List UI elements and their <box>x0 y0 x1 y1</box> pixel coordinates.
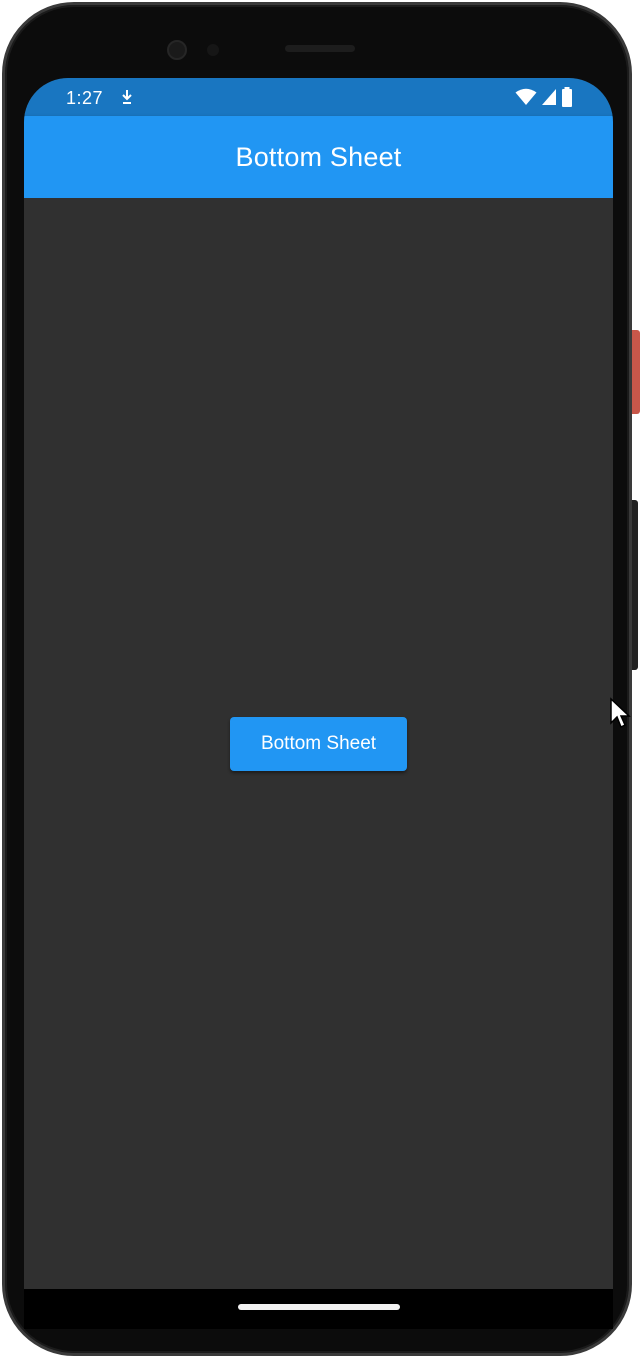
download-icon <box>122 90 132 104</box>
navigation-bar <box>24 1289 613 1329</box>
bottom-sheet-button[interactable]: Bottom Sheet <box>230 717 407 771</box>
earpiece-speaker <box>285 45 355 52</box>
main-content: Bottom Sheet <box>24 198 613 1288</box>
home-indicator[interactable] <box>238 1304 400 1310</box>
battery-icon <box>562 87 572 107</box>
page-title: Bottom Sheet <box>235 141 402 172</box>
volume-button <box>632 500 638 670</box>
power-button <box>632 330 640 414</box>
signal-icon <box>542 89 556 105</box>
front-camera <box>167 40 187 60</box>
app-bar: Bottom Sheet <box>24 116 613 198</box>
status-time: 1:27 <box>66 88 104 108</box>
status-bar: 1:27 <box>24 78 613 116</box>
screen: 1:27 Bottom Sheet Bottom Sheet <box>24 78 613 1321</box>
status-icons <box>515 87 573 107</box>
mouse-pointer-icon <box>610 697 631 729</box>
proximity-sensor <box>207 44 219 56</box>
wifi-icon <box>515 88 537 105</box>
